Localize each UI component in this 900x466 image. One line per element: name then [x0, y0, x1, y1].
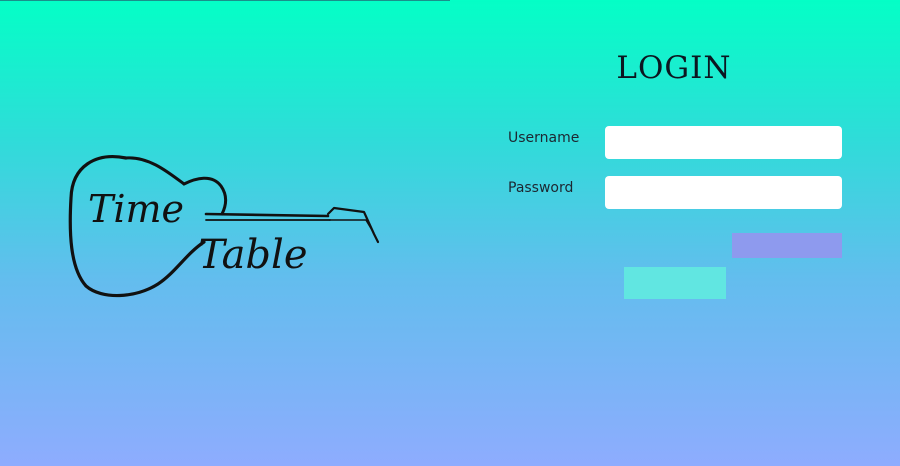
login-title: LOGIN — [616, 50, 732, 86]
login-button[interactable] — [732, 233, 842, 258]
guitar-logo-icon: Time Table — [68, 155, 380, 298]
logo-text-table: Table — [198, 232, 308, 278]
top-divider-line — [0, 0, 450, 1]
password-input[interactable] — [605, 176, 842, 209]
timetable-logo: Time Table — [66, 150, 384, 302]
secondary-action-button[interactable] — [624, 267, 726, 299]
password-label: Password — [508, 180, 574, 196]
logo-text-time: Time — [88, 187, 184, 231]
username-input[interactable] — [605, 126, 842, 159]
username-label: Username — [508, 130, 580, 146]
